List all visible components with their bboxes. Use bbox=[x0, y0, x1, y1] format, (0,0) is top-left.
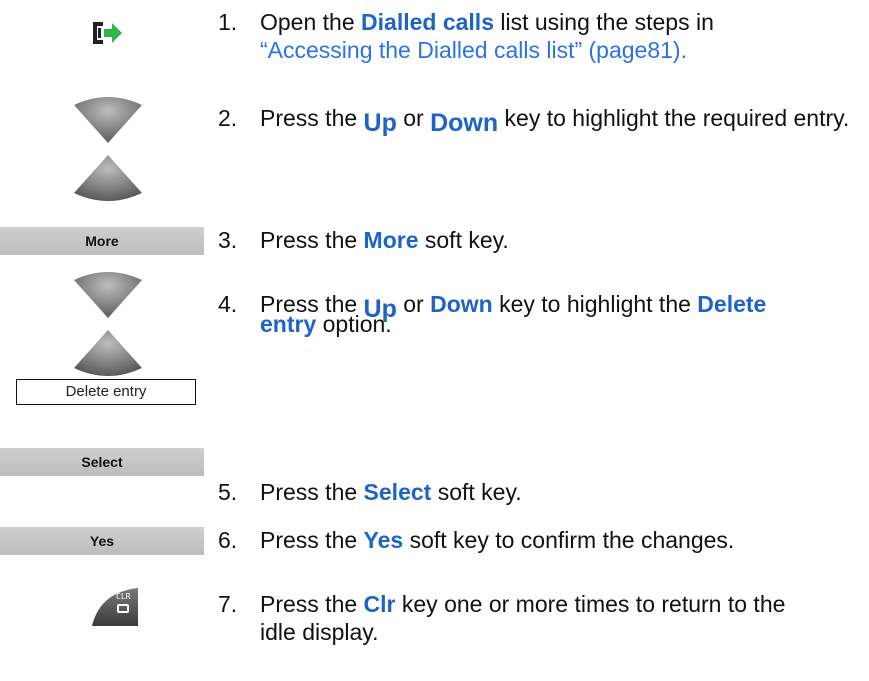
dialled-calls-keyword: Dialled calls bbox=[361, 9, 494, 35]
step-2-text: Press the Up or Down key to highlight th… bbox=[260, 104, 860, 137]
step-7-text-b: key one or more times to return to the bbox=[395, 591, 786, 617]
step-2-text-c: key to highlight the required entry. bbox=[498, 105, 850, 131]
step-3-text: Press the More soft key. bbox=[260, 226, 860, 254]
step-7-number: 7. bbox=[218, 591, 238, 617]
delete-entry-option[interactable]: Delete entry bbox=[16, 379, 196, 405]
step-6-text-a: Press the bbox=[260, 527, 364, 553]
step-4-text-d: option. bbox=[316, 311, 392, 337]
select-keyword: Select bbox=[363, 479, 432, 505]
up-down-navigation-key-icon bbox=[72, 270, 144, 378]
step-4-text: Press the Up or Down key to highlight th… bbox=[260, 290, 860, 346]
clr-key-icon: CLR bbox=[90, 586, 140, 628]
step-1-text: Open the Dialled calls list using the st… bbox=[260, 8, 860, 64]
yes-keyword: Yes bbox=[363, 527, 404, 553]
up-down-navigation-key-icon bbox=[72, 95, 144, 203]
step-1-number: 1. bbox=[218, 9, 238, 35]
step-1-text-b: list using the steps in bbox=[494, 9, 714, 35]
clr-key-label: CLR bbox=[116, 592, 131, 601]
step-3-number: 3. bbox=[218, 227, 238, 253]
up-keyword: Up bbox=[363, 109, 397, 137]
step-3-text-b: soft key. bbox=[418, 227, 509, 253]
clr-key-glyph bbox=[117, 604, 129, 613]
step-4-number: 4. bbox=[218, 291, 238, 317]
step-7-text-a: Press the bbox=[260, 591, 364, 617]
step-4-text-b: or bbox=[396, 291, 431, 317]
step-1-text-a: Open the bbox=[260, 9, 362, 35]
step-6-number: 6. bbox=[218, 527, 238, 553]
step-2-text-b: or bbox=[396, 105, 431, 131]
step-5-text: Press the Select soft key. bbox=[260, 478, 860, 506]
down-keyword: Down bbox=[430, 291, 493, 317]
select-softkey[interactable]: Select bbox=[0, 448, 204, 476]
step-5-text-a: Press the bbox=[260, 479, 364, 505]
step-2-number: 2. bbox=[218, 105, 238, 131]
entry-keyword: entry bbox=[260, 311, 317, 337]
more-keyword: More bbox=[363, 227, 419, 253]
step-6-text: Press the Yes soft key to confirm the ch… bbox=[260, 526, 860, 554]
dialled-calls-icon bbox=[90, 18, 124, 48]
down-keyword: Down bbox=[430, 109, 499, 137]
yes-softkey[interactable]: Yes bbox=[0, 527, 204, 555]
step-3-text-a: Press the bbox=[260, 227, 364, 253]
step-5-text-b: soft key. bbox=[431, 479, 522, 505]
clr-keyword: Clr bbox=[363, 591, 396, 617]
accessing-dialled-calls-link[interactable]: “Accessing the Dialled calls list” (page… bbox=[260, 37, 687, 63]
step-2-text-a: Press the bbox=[260, 105, 364, 131]
step-7-text-c: idle display. bbox=[260, 619, 379, 645]
step-5-number: 5. bbox=[218, 479, 238, 505]
step-6-text-b: soft key to confirm the changes. bbox=[403, 527, 735, 553]
step-4-text-c: key to highlight the bbox=[492, 291, 698, 317]
step-7-text: Press the Clr key one or more times to r… bbox=[260, 590, 860, 646]
more-softkey[interactable]: More bbox=[0, 227, 204, 255]
delete-keyword: Delete bbox=[697, 291, 767, 317]
